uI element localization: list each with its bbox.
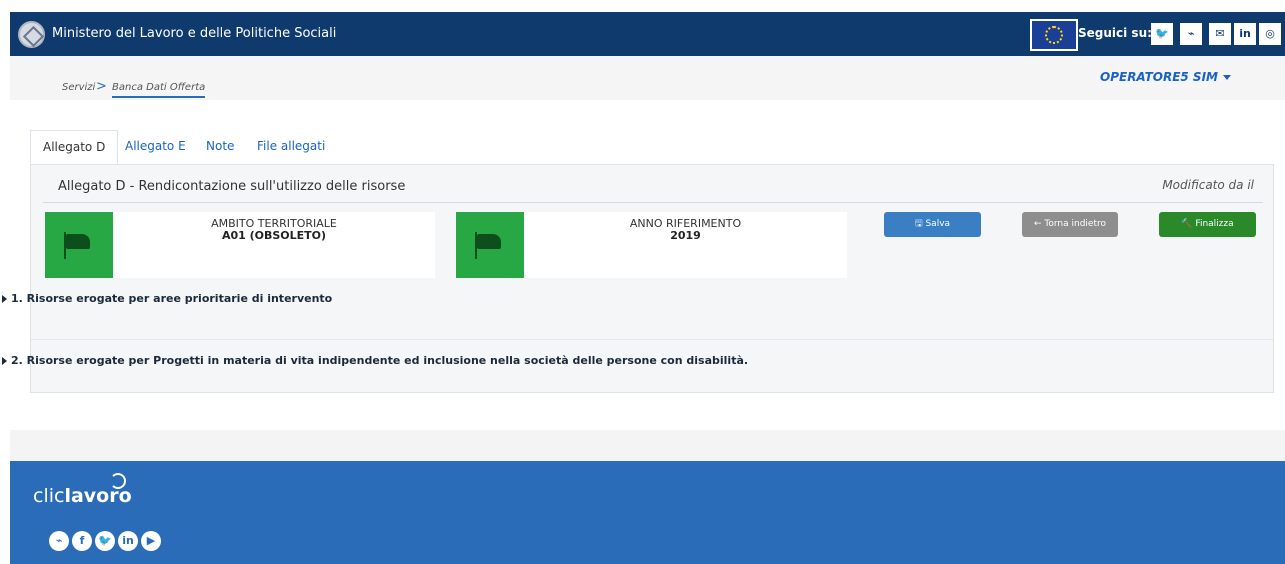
allegato-d-panel: Allegato D - Rendicontazione sull'utiliz…: [2, 164, 1274, 393]
finalize-button[interactable]: 🔨 Finalizza: [1159, 212, 1256, 237]
stat-value: A01 (OBSOLETO): [221, 229, 327, 242]
linkedin-icon[interactable]: in: [118, 531, 138, 551]
section-title: 2. Risorse erogate per Progetti in mater…: [11, 354, 749, 367]
rss-icon[interactable]: ⌁: [1180, 23, 1202, 45]
eu-flag-icon: [1030, 19, 1078, 51]
stat-value: 2019: [670, 229, 701, 242]
stat-card-anno: ANNO RIFERIMENTO 2019: [456, 212, 847, 278]
section-toggle-1[interactable]: 1. Risorse erogate per aree prioritarie …: [2, 292, 332, 305]
save-button[interactable]: 🖫 Salva: [884, 212, 981, 237]
top-header: Ministero del Lavoro e delle Politiche S…: [10, 12, 1285, 56]
breadcrumb-separator-icon: >: [96, 79, 107, 94]
logo-swirl-icon: [110, 473, 126, 489]
follow-label: Seguici su:: [1078, 26, 1152, 40]
breadcrumb-item-servizi[interactable]: Servizi: [62, 82, 95, 93]
tab-allegato-d[interactable]: Allegato D: [30, 130, 119, 164]
twitter-icon[interactable]: 🐦: [95, 531, 115, 551]
panel-title: Allegato D - Rendicontazione sull'utiliz…: [58, 179, 406, 194]
user-name: OPERATORE5 SIM: [1100, 70, 1218, 84]
flag-icon: [45, 212, 113, 278]
rss-icon[interactable]: ⌁: [49, 531, 69, 551]
caret-right-icon: [2, 295, 7, 303]
stat-card-ambito: AMBITO TERRITORIALE A01 (OBSOLETO): [45, 212, 435, 278]
caret-right-icon: [2, 357, 7, 365]
tab-note[interactable]: Note: [194, 130, 246, 164]
breadcrumb-item-current[interactable]: Banca Dati Offerta: [112, 82, 206, 98]
section-toggle-2[interactable]: 2. Risorse erogate per Progetti in mater…: [2, 354, 748, 367]
user-menu[interactable]: OPERATORE5 SIM: [1100, 70, 1231, 84]
caret-down-icon: [1222, 75, 1231, 80]
ministry-link[interactable]: Ministero del Lavoro e delle Politiche S…: [52, 26, 336, 41]
twitter-icon[interactable]: 🐦: [1151, 23, 1173, 45]
divider: [43, 202, 1263, 203]
section-title: 1. Risorse erogate per aree prioritarie …: [11, 292, 333, 305]
facebook-icon[interactable]: f: [72, 531, 92, 551]
prefooter-band: [10, 430, 1285, 461]
breadcrumb: Servizi > Banca Dati Offerta OPERATORE5 …: [10, 56, 1285, 100]
site-footer: cliclavoro ⌁ f 🐦 in ▶: [10, 461, 1285, 564]
modified-by: Modificato da il: [1162, 178, 1254, 192]
tab-file-allegati[interactable]: File allegati: [245, 130, 337, 164]
instagram-icon[interactable]: ◎: [1259, 23, 1281, 45]
linkedin-icon[interactable]: in: [1234, 23, 1256, 45]
youtube-icon[interactable]: ▶: [141, 531, 161, 551]
divider: [31, 339, 1273, 340]
flag-icon: [456, 212, 524, 278]
mail-icon[interactable]: ✉: [1209, 23, 1231, 45]
republic-emblem-icon: [18, 21, 45, 48]
tab-allegato-e[interactable]: Allegato E: [113, 130, 198, 164]
back-button[interactable]: ← Torna indietro: [1022, 212, 1118, 237]
